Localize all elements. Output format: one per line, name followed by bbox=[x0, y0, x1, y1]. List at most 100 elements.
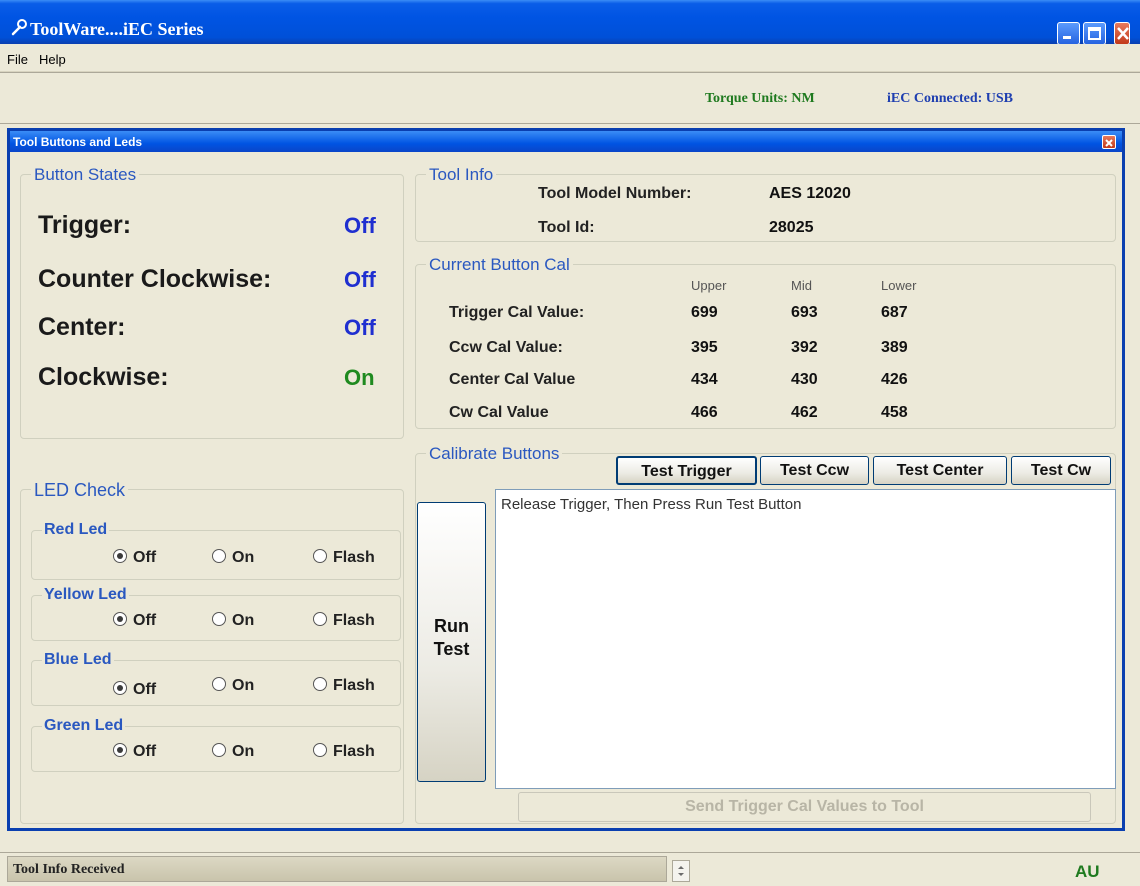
minimize-icon bbox=[1063, 36, 1071, 39]
tool-model-value: AES 12020 bbox=[769, 185, 851, 202]
calibration-output-box[interactable]: Release Trigger, Then Press Run Test But… bbox=[495, 489, 1116, 789]
radio-flash-label: Flash bbox=[333, 743, 375, 760]
radio-icon bbox=[313, 677, 327, 691]
locale-indicator: AU bbox=[1075, 862, 1100, 881]
run-test-label-line1: Run bbox=[434, 616, 469, 636]
test-ccw-button[interactable]: Test Ccw bbox=[760, 456, 869, 485]
green-led-group: Green Led Off On Flash bbox=[31, 717, 401, 772]
current-cal-group: Current Button Cal Upper Mid Lower Trigg… bbox=[415, 255, 1116, 429]
ccw-cal-label: Ccw Cal Value: bbox=[449, 339, 563, 356]
radio-icon bbox=[212, 743, 226, 757]
blue-led-on-radio[interactable]: On bbox=[212, 677, 254, 695]
blue-led-legend: Blue Led bbox=[42, 651, 114, 669]
upper-header: Upper bbox=[691, 278, 727, 293]
radio-off-label: Off bbox=[133, 549, 157, 566]
trigger-cal-mid: 693 bbox=[791, 304, 818, 321]
yellow-led-legend: Yellow Led bbox=[42, 586, 129, 604]
radio-flash-label: Flash bbox=[333, 677, 375, 694]
blue-led-group: Blue Led Off On Flash bbox=[31, 651, 401, 706]
radio-icon bbox=[212, 549, 226, 563]
radio-flash-label: Flash bbox=[333, 612, 375, 629]
cw-cal-label: Cw Cal Value bbox=[449, 404, 549, 421]
tool-id-value: 28025 bbox=[769, 219, 814, 236]
red-led-flash-radio[interactable]: Flash bbox=[313, 549, 375, 567]
test-trigger-button[interactable]: Test Trigger bbox=[616, 456, 757, 485]
cw-cal-lower: 458 bbox=[881, 404, 908, 421]
status-text: Tool Info Received bbox=[13, 862, 125, 877]
app-title: ToolWare....iEC Series bbox=[30, 19, 204, 39]
menu-bar: File Help bbox=[0, 44, 1140, 72]
spinner-arrows-icon bbox=[678, 866, 684, 876]
minimize-button[interactable] bbox=[1057, 22, 1080, 45]
ccw-state: Off bbox=[344, 267, 376, 292]
lower-header: Lower bbox=[881, 278, 917, 293]
green-led-off-radio[interactable]: Off bbox=[113, 743, 156, 761]
led-check-group: LED Check Red Led Off On Flash Yellow Le… bbox=[20, 480, 404, 824]
app-titlebar[interactable]: ToolWare....iEC Series bbox=[0, 0, 1140, 45]
wrench-icon bbox=[11, 19, 27, 36]
radio-icon bbox=[313, 743, 327, 757]
center-state: Off bbox=[344, 315, 376, 340]
close-icon bbox=[1105, 139, 1113, 147]
child-titlebar[interactable]: Tool Buttons and Leds bbox=[10, 131, 1122, 152]
run-test-button[interactable]: Run Test bbox=[417, 502, 486, 782]
send-cal-values-button[interactable]: Send Trigger Cal Values to Tool bbox=[518, 792, 1091, 822]
green-led-on-radio[interactable]: On bbox=[212, 743, 254, 761]
child-close-button[interactable] bbox=[1102, 135, 1116, 149]
red-led-legend: Red Led bbox=[42, 521, 110, 539]
green-led-flash-radio[interactable]: Flash bbox=[313, 743, 375, 761]
ccw-label: Counter Clockwise: bbox=[38, 265, 272, 293]
radio-icon bbox=[313, 612, 327, 626]
close-icon bbox=[1117, 27, 1129, 40]
radio-flash-label: Flash bbox=[333, 549, 375, 566]
trigger-cal-lower: 687 bbox=[881, 304, 908, 321]
radio-checked-icon bbox=[113, 549, 127, 563]
red-led-off-radio[interactable]: Off bbox=[113, 549, 156, 567]
status-scroll-spinner[interactable] bbox=[672, 860, 690, 882]
test-cw-button[interactable]: Test Cw bbox=[1011, 456, 1111, 485]
tool-model-label: Tool Model Number: bbox=[538, 185, 692, 202]
blue-led-off-radio[interactable]: Off bbox=[113, 681, 156, 699]
yellow-led-flash-radio[interactable]: Flash bbox=[313, 612, 375, 630]
radio-checked-icon bbox=[113, 612, 127, 626]
green-led-legend: Green Led bbox=[42, 717, 126, 735]
center-cal-label: Center Cal Value bbox=[449, 371, 576, 388]
red-led-group: Red Led Off On Flash bbox=[31, 521, 401, 580]
status-text-box: Tool Info Received bbox=[7, 856, 667, 882]
test-center-button[interactable]: Test Center bbox=[873, 456, 1007, 485]
cw-state: On bbox=[344, 365, 375, 390]
menu-help[interactable]: Help bbox=[39, 52, 66, 67]
close-button[interactable] bbox=[1114, 22, 1130, 45]
radio-off-label: Off bbox=[133, 612, 157, 629]
radio-icon bbox=[212, 612, 226, 626]
torque-units-status: Torque Units: NM bbox=[705, 91, 815, 106]
current-cal-legend: Current Button Cal bbox=[426, 255, 573, 275]
tool-buttons-window: Tool Buttons and Leds Button States Trig… bbox=[7, 128, 1125, 831]
cw-label: Clockwise: bbox=[38, 363, 169, 391]
ccw-cal-mid: 392 bbox=[791, 339, 818, 356]
trigger-cal-upper: 699 bbox=[691, 304, 718, 321]
calibrate-legend: Calibrate Buttons bbox=[426, 444, 563, 464]
yellow-led-off-radio[interactable]: Off bbox=[113, 612, 156, 630]
radio-off-label: Off bbox=[133, 743, 157, 760]
ccw-cal-lower: 389 bbox=[881, 339, 908, 356]
tool-id-label: Tool Id: bbox=[538, 219, 595, 236]
calibration-output-text: Release Trigger, Then Press Run Test But… bbox=[501, 496, 802, 513]
connection-status: iEC Connected: USB bbox=[887, 91, 1014, 106]
red-led-on-radio[interactable]: On bbox=[212, 549, 254, 567]
cw-cal-upper: 466 bbox=[691, 404, 718, 421]
led-check-legend: LED Check bbox=[31, 480, 129, 501]
radio-checked-icon bbox=[113, 681, 127, 695]
center-cal-lower: 426 bbox=[881, 371, 908, 388]
yellow-led-on-radio[interactable]: On bbox=[212, 612, 254, 630]
radio-icon bbox=[313, 549, 327, 563]
button-states-group: Button States Trigger: Off Counter Clock… bbox=[20, 165, 404, 439]
run-test-label-line2: Test bbox=[433, 639, 470, 659]
radio-off-label: Off bbox=[133, 681, 157, 698]
maximize-button[interactable] bbox=[1083, 22, 1106, 45]
center-label: Center: bbox=[38, 313, 126, 341]
blue-led-flash-radio[interactable]: Flash bbox=[313, 677, 375, 695]
radio-on-label: On bbox=[232, 743, 255, 760]
tool-info-group: Tool Info Tool Model Number: AES 12020 T… bbox=[415, 165, 1116, 242]
menu-file[interactable]: File bbox=[7, 52, 28, 67]
